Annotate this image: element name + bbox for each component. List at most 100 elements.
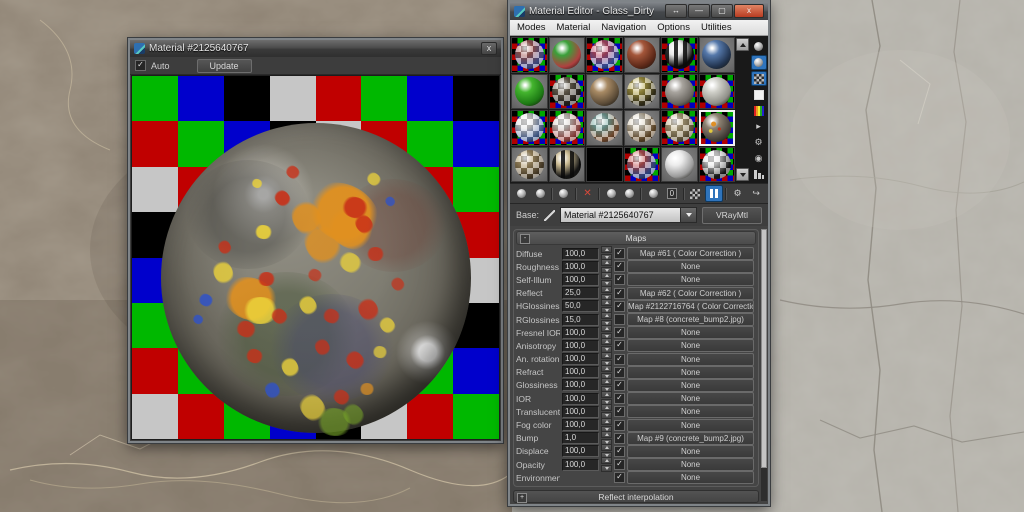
amount-field[interactable]: 100,0 bbox=[562, 327, 599, 339]
sample-slot[interactable] bbox=[511, 147, 548, 183]
map-enable-checkbox[interactable] bbox=[614, 393, 625, 404]
spinner-up-icon[interactable] bbox=[601, 418, 612, 425]
make-unique-icon[interactable] bbox=[621, 185, 639, 202]
select-by-material-icon[interactable]: ◉ bbox=[751, 151, 767, 166]
show-shaded-material-in-viewport-icon[interactable] bbox=[687, 185, 705, 202]
map-button[interactable]: None bbox=[627, 445, 754, 458]
sample-slot[interactable] bbox=[624, 74, 661, 110]
close-icon[interactable]: x bbox=[734, 4, 764, 18]
sample-slot[interactable] bbox=[586, 147, 623, 183]
sample-slot-selected[interactable] bbox=[699, 110, 736, 146]
map-enable-checkbox[interactable] bbox=[614, 354, 625, 365]
map-button[interactable]: Map #8 (concrete_bump2.jpg) bbox=[627, 313, 754, 326]
map-button[interactable]: None bbox=[627, 260, 754, 273]
video-color-check-icon[interactable] bbox=[751, 103, 767, 118]
amount-field[interactable]: 100,0 bbox=[562, 379, 599, 391]
sample-slot[interactable] bbox=[511, 74, 548, 110]
map-button[interactable]: None bbox=[627, 471, 754, 484]
map-enable-checkbox[interactable] bbox=[614, 459, 625, 470]
amount-field[interactable]: 100,0 bbox=[562, 248, 599, 260]
map-enable-checkbox[interactable] bbox=[614, 446, 625, 457]
slot-scrollbar[interactable] bbox=[735, 37, 750, 182]
spinner-down-icon[interactable] bbox=[601, 465, 612, 472]
map-button[interactable]: Map #62 ( Color Correction ) bbox=[627, 287, 754, 300]
spinner-up-icon[interactable] bbox=[601, 431, 612, 438]
spinner-up-icon[interactable] bbox=[601, 444, 612, 451]
amount-field[interactable]: 25,0 bbox=[562, 287, 599, 299]
amount-field[interactable]: 100,0 bbox=[562, 366, 599, 378]
map-button[interactable]: None bbox=[627, 273, 754, 286]
sample-slot[interactable] bbox=[549, 37, 586, 73]
amount-field[interactable]: 100,0 bbox=[562, 445, 599, 457]
amount-field[interactable]: 50,0 bbox=[562, 300, 599, 312]
editor-titlebar[interactable]: Material Editor - Glass_Dirty ↔ — ▢ x bbox=[510, 2, 768, 20]
map-button[interactable]: None bbox=[627, 353, 754, 366]
spinner-up-icon[interactable] bbox=[601, 391, 612, 398]
material-map-navigator-icon[interactable] bbox=[751, 167, 767, 182]
map-button[interactable]: None bbox=[627, 405, 754, 418]
reset-map-mtl-icon[interactable]: ✕ bbox=[579, 185, 597, 202]
amount-field[interactable]: 100,0 bbox=[562, 459, 599, 471]
menu-options[interactable]: Options bbox=[657, 22, 690, 33]
map-enable-checkbox[interactable] bbox=[614, 433, 625, 444]
show-end-result-icon[interactable] bbox=[705, 185, 723, 202]
sample-slot[interactable] bbox=[699, 37, 736, 73]
preview-window-titlebar[interactable]: Material #2125640767 x bbox=[130, 40, 501, 57]
spinner-up-icon[interactable] bbox=[601, 299, 612, 306]
map-button[interactable]: None bbox=[627, 419, 754, 432]
material-name-combobox[interactable]: Material #2125640767 bbox=[560, 207, 697, 223]
get-material-icon[interactable] bbox=[513, 185, 531, 202]
menu-navigation[interactable]: Navigation bbox=[601, 22, 646, 33]
map-enable-checkbox[interactable] bbox=[614, 406, 625, 417]
sample-uv-tiling-icon[interactable] bbox=[751, 87, 767, 102]
map-button[interactable]: None bbox=[627, 392, 754, 405]
amount-field[interactable]: 100,0 bbox=[562, 419, 599, 431]
background-icon[interactable] bbox=[751, 71, 767, 86]
map-enable-checkbox[interactable] bbox=[614, 288, 625, 299]
go-to-parent-icon[interactable]: ⚙ bbox=[729, 185, 747, 202]
map-button[interactable]: None bbox=[627, 326, 754, 339]
auto-update-checkbox[interactable] bbox=[135, 60, 146, 71]
params-scrollbar-thumb[interactable] bbox=[761, 229, 767, 468]
material-preview-viewport[interactable] bbox=[131, 75, 500, 440]
sample-slot[interactable] bbox=[511, 37, 548, 73]
amount-field[interactable]: 100,0 bbox=[562, 393, 599, 405]
map-enable-checkbox[interactable] bbox=[614, 301, 625, 312]
material-id-channel-icon[interactable]: 0 bbox=[663, 185, 681, 202]
sample-slot[interactable] bbox=[549, 147, 586, 183]
spinner-up-icon[interactable] bbox=[601, 457, 612, 464]
amount-field[interactable]: 100,0 bbox=[562, 353, 599, 365]
map-enable-checkbox[interactable] bbox=[614, 314, 625, 325]
put-to-library-icon[interactable] bbox=[644, 185, 662, 202]
sample-slot[interactable] bbox=[661, 74, 698, 110]
sample-slot[interactable] bbox=[586, 110, 623, 146]
map-enable-checkbox[interactable] bbox=[614, 274, 625, 285]
spinner-up-icon[interactable] bbox=[601, 246, 612, 253]
sample-slot[interactable] bbox=[586, 74, 623, 110]
map-button[interactable]: None bbox=[627, 379, 754, 392]
update-button[interactable]: Update bbox=[197, 59, 252, 73]
assign-material-to-selection-icon[interactable] bbox=[555, 185, 573, 202]
maximize-icon[interactable]: ▢ bbox=[711, 4, 733, 18]
map-button[interactable]: None bbox=[627, 339, 754, 352]
sample-slot[interactable] bbox=[624, 37, 661, 73]
sample-slot[interactable] bbox=[511, 110, 548, 146]
sample-slot[interactable] bbox=[624, 147, 661, 183]
close-icon[interactable]: x bbox=[481, 42, 497, 55]
dock-toggle-icon[interactable]: ↔ bbox=[665, 4, 687, 18]
spinner-up-icon[interactable] bbox=[601, 378, 612, 385]
map-button[interactable]: None bbox=[627, 458, 754, 471]
make-material-copy-icon[interactable] bbox=[602, 185, 620, 202]
sample-type-sphere-icon[interactable] bbox=[751, 39, 767, 54]
minimize-icon[interactable]: — bbox=[688, 4, 710, 18]
sample-slot[interactable] bbox=[586, 37, 623, 73]
map-button[interactable]: None bbox=[627, 366, 754, 379]
spinner-up-icon[interactable] bbox=[601, 325, 612, 332]
material-class-button[interactable]: VRayMtl bbox=[702, 207, 762, 224]
spinner-up-icon[interactable] bbox=[601, 404, 612, 411]
map-button[interactable]: Map #61 ( Color Correction ) bbox=[627, 247, 754, 260]
put-material-to-scene-icon[interactable] bbox=[532, 185, 550, 202]
amount-field[interactable]: 100,0 bbox=[562, 274, 599, 286]
spinner-up-icon[interactable] bbox=[601, 352, 612, 359]
sample-slot[interactable] bbox=[661, 110, 698, 146]
